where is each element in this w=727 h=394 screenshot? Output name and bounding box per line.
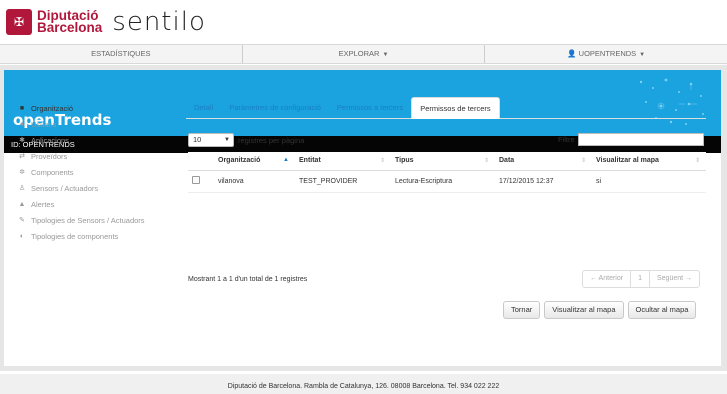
sidebar-item-components[interactable]: ✲ Components [17, 164, 177, 180]
sort-asc-icon: ▲ [283, 157, 289, 163]
page-size-select[interactable]: 10 ▼ [188, 133, 234, 147]
sensor-icon: ♙ [18, 185, 26, 192]
sidebar-item-component-types[interactable]: ◐ Tipologies de components [17, 228, 177, 244]
briefcase-icon: ■ [19, 104, 25, 112]
cell-show-on-map: si [592, 170, 706, 193]
show-on-map-button[interactable]: Visualitzar al mapa [544, 301, 624, 319]
tab-detail[interactable]: Detall [186, 97, 221, 118]
chevron-down-icon: ▼ [382, 52, 389, 58]
cell-entity: TEST_PROVIDER [295, 170, 391, 193]
nav-statistics[interactable]: ESTADÍSTIQUES [0, 45, 243, 63]
action-buttons: Tornar Visualitzar al mapa Ocultar al ma… [503, 301, 697, 319]
cell-organization: vilanova [214, 170, 295, 193]
sort-icon: ⇕ [580, 158, 586, 164]
table-row[interactable]: vilanova TEST_PROVIDER Lectura-Escriptur… [188, 170, 706, 193]
sidebar-item-users[interactable]: ● Usuaris [17, 116, 177, 132]
tab-permissions-from-third-parties[interactable]: Permissos de tercers [411, 97, 500, 119]
cogs-icon: ✲ [19, 169, 25, 176]
row-checkbox[interactable] [192, 176, 200, 184]
page-size-label: registres per pàgina [238, 135, 305, 145]
sidebar: ■ Organització ● Usuaris ✱ Aplicacions ⇄ Pro… [17, 100, 177, 244]
column-header-entity[interactable]: Entitat ⇕ [295, 152, 391, 171]
cell-type: Lectura-Escriptura [391, 170, 495, 193]
sidebar-item-sensors[interactable]: ♙ Sensors / Actuadors [17, 180, 177, 196]
sidebar-item-alerts[interactable]: ▲ Alertes [17, 196, 177, 212]
back-button[interactable]: Tornar [503, 301, 541, 319]
wrench-icon: ✎ [19, 217, 25, 224]
nav-user-menu[interactable]: 👤 UOPENTRENDS ▼ [485, 45, 727, 63]
logo-bar: ✠ Diputació Barcelona sentilo [0, 0, 727, 44]
diputacio-seal-icon: ✠ [6, 9, 32, 35]
exchange-icon: ⇄ [19, 153, 25, 160]
chevron-down-icon: ▼ [224, 137, 230, 143]
column-header-select [188, 152, 214, 171]
user-icon: ● [19, 120, 25, 128]
sidebar-item-providers[interactable]: ⇄ Proveïdors [17, 148, 177, 164]
table-info: Mostrant 1 a 1 d'un total de 1 registres [188, 276, 308, 283]
cog-icon: ✱ [19, 137, 25, 144]
filter-input[interactable] [577, 133, 704, 146]
tab-configuration-parameters[interactable]: Paràmetres de configuració [221, 97, 329, 118]
column-header-type[interactable]: Tipus ⇕ [391, 152, 495, 171]
diputacio-logo-text: Diputació Barcelona [37, 9, 103, 35]
permissions-table: Organització ▲ Entitat ⇕ Tipus ⇕ Data ⇕ Visu… [188, 152, 706, 193]
column-header-date[interactable]: Data ⇕ [495, 152, 592, 171]
sentilo-logo: sentilo [112, 7, 206, 37]
pagination-page-1[interactable]: 1 [631, 271, 650, 287]
pagination: ← Anterior 1 Següent → [582, 270, 701, 288]
top-navigation: ESTADÍSTIQUES EXPLORAR ▼ 👤 UOPENTRENDS ▼ [0, 44, 727, 64]
detail-tabs: Detall Paràmetres de configuració Permis… [186, 97, 706, 119]
hide-from-map-button[interactable]: Ocultar al mapa [627, 301, 697, 319]
table-header-row: Organització ▲ Entitat ⇕ Tipus ⇕ Data ⇕ Visu… [188, 152, 706, 171]
page-size-control: 10 ▼ registres per pàgina [188, 133, 304, 147]
cell-date: 17/12/2015 12:37 [495, 170, 592, 193]
sort-icon: ⇕ [694, 158, 700, 164]
sort-icon: ⇕ [483, 158, 489, 164]
org-name-line2: Barcelona [37, 20, 103, 35]
column-header-organization[interactable]: Organització ▲ [214, 152, 295, 171]
footer: Diputació de Barcelona. Rambla de Catalu… [0, 374, 727, 394]
column-header-show-on-map[interactable]: Visualitzar al mapa ⇕ [592, 152, 706, 171]
bell-icon: ▲ [18, 200, 26, 208]
circle-icon: ◐ [19, 232, 25, 240]
nav-explore[interactable]: EXPLORAR ▼ [243, 45, 486, 63]
sidebar-item-organization[interactable]: ■ Organització [17, 100, 177, 116]
pagination-next[interactable]: Següent → [650, 271, 699, 287]
user-icon: 👤 [567, 49, 579, 58]
sort-icon: ⇕ [379, 158, 385, 164]
chevron-down-icon: ▼ [639, 52, 646, 58]
row-checkbox-cell [188, 170, 214, 193]
filter-label: Filtre [558, 135, 575, 144]
tab-permissions-to-third-parties[interactable]: Permissos a tercers [329, 97, 411, 118]
sidebar-item-sensor-types[interactable]: ✎ Tipologies de Sensors / Actuadors [17, 212, 177, 228]
filter-control: Filtre [558, 133, 704, 146]
sidebar-item-applications[interactable]: ✱ Aplicacions [17, 132, 177, 148]
pagination-previous[interactable]: ← Anterior [583, 271, 632, 287]
